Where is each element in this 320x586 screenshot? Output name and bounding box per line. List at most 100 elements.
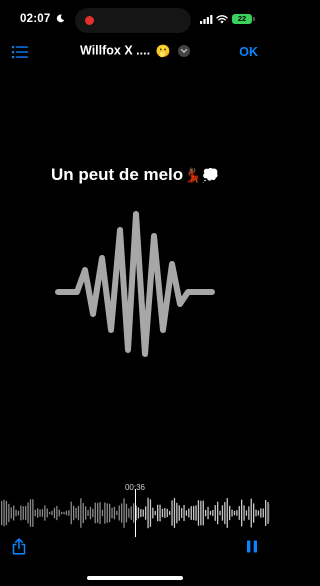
scrubber-bar — [37, 508, 39, 518]
scrubber-bar — [255, 509, 257, 517]
scrubber-bar — [22, 506, 24, 520]
scrubber-bar — [73, 505, 75, 521]
scrubber-bar — [209, 510, 212, 516]
scrubber-bar — [56, 505, 58, 521]
scrubber-bar — [77, 505, 80, 521]
scrubber-bar — [89, 506, 92, 520]
scrubber-bar — [75, 507, 77, 519]
scrubber-bar — [217, 501, 219, 525]
scrubber-bar — [41, 509, 44, 517]
scrubber-bar — [164, 508, 166, 518]
scrubber-bar — [171, 500, 173, 526]
scrubber-bar — [205, 509, 207, 517]
scrubber-bar — [121, 503, 123, 523]
scrubber-bar — [250, 498, 252, 528]
scrubber-bar — [39, 509, 41, 517]
scrubber-bar — [212, 509, 214, 517]
scrubber-bar — [58, 509, 60, 517]
signal-icon — [200, 15, 213, 24]
scrubber-bar — [65, 510, 68, 516]
track-title-text: Un peut de melo — [50, 165, 184, 184]
scrubber-bar — [241, 499, 243, 527]
scrubber-bar — [34, 509, 36, 517]
battery-level: 22 — [237, 14, 247, 23]
scrubber-bar — [118, 505, 120, 521]
scrubber-bar — [207, 506, 209, 520]
scrubber-bar — [173, 497, 176, 528]
scrubber-bar — [63, 511, 65, 515]
scrubber-bar — [116, 510, 118, 516]
scrubber-bar — [257, 510, 260, 516]
scrubber-bar — [111, 507, 113, 519]
share-icon[interactable] — [12, 538, 26, 555]
scrubber-bar — [70, 501, 72, 525]
scrubber-bar — [183, 504, 185, 522]
scrubber-bar — [46, 508, 48, 518]
scrubber-bar — [195, 505, 197, 521]
scrubber-bar — [190, 506, 192, 520]
pause-icon[interactable] — [246, 540, 258, 553]
scrubber-bar — [248, 506, 250, 520]
scrubber-bar — [176, 502, 178, 524]
dynamic-island[interactable] — [75, 8, 191, 33]
scrubber-bar — [178, 505, 180, 521]
scrubber-bar — [29, 499, 32, 527]
scrubber-bar — [113, 506, 116, 520]
scrubber-bar — [99, 501, 101, 525]
recording-title-text: Willfox X .... — [80, 43, 151, 58]
scrubber-bar — [123, 498, 125, 528]
home-indicator[interactable] — [87, 576, 183, 580]
scrubber-bar — [152, 507, 154, 519]
status-time: 02:07 — [20, 13, 51, 25]
scrubber-bar — [17, 510, 20, 516]
scrubber-bar — [49, 511, 51, 515]
recording-title[interactable]: Willfox X .... 🫢 — [0, 43, 270, 58]
scrubber-bar — [214, 505, 216, 521]
scrubber-bar — [145, 506, 147, 520]
scrubber-bar — [265, 499, 267, 526]
scrubber-bar — [130, 506, 132, 520]
battery-indicator: 22 — [232, 14, 252, 24]
chevron-down-icon[interactable] — [177, 44, 190, 57]
scrubber-bar — [3, 499, 5, 527]
scrubber-bar — [104, 502, 106, 524]
scrubber-bar — [219, 510, 221, 516]
scrubber-bar — [231, 509, 233, 517]
scrubber-bar — [10, 507, 12, 519]
scrubber-bar — [25, 505, 27, 521]
status-bar: 02:07 22 — [0, 0, 270, 40]
scrubber-bar — [13, 505, 15, 521]
scrubber-bar — [15, 509, 17, 517]
scrubber-bar — [161, 508, 164, 518]
scrubber-bar — [157, 504, 159, 522]
ok-button[interactable]: OK — [239, 45, 258, 59]
scrubber-bar — [238, 505, 240, 520]
scrubber-bar — [87, 509, 89, 516]
scrubber-bar — [200, 500, 202, 526]
track-title: Un peut de melo💃🏾💭 — [0, 165, 270, 185]
scrubber-bar — [229, 505, 231, 521]
scrubber-bar — [243, 505, 245, 521]
scrubber-bar — [8, 503, 10, 523]
scrubber-bar — [68, 510, 70, 516]
playhead[interactable] — [134, 489, 136, 537]
scrubber-bar — [44, 505, 46, 521]
scrubber-bar — [80, 498, 82, 528]
scrubber-bar — [169, 510, 171, 516]
scrubber-bar — [202, 500, 204, 526]
scrubber-bar — [233, 510, 236, 516]
waveform-icon — [55, 211, 215, 357]
scrubber-bar — [128, 508, 130, 518]
scrubber-bar — [185, 510, 188, 516]
scrubber-bar — [97, 503, 99, 523]
title-emoji: 🫢 — [155, 43, 171, 58]
scrubber-bar — [221, 505, 224, 521]
scrubber-bar — [236, 510, 238, 516]
scrubber-bar — [101, 509, 104, 517]
scrubber-bar — [140, 508, 142, 518]
scrubber-bar — [125, 503, 128, 523]
scrubber-bar — [181, 508, 183, 518]
scrubber-bar — [193, 505, 195, 521]
scrubber-bar — [245, 510, 248, 516]
scrubber-bar — [267, 501, 269, 524]
